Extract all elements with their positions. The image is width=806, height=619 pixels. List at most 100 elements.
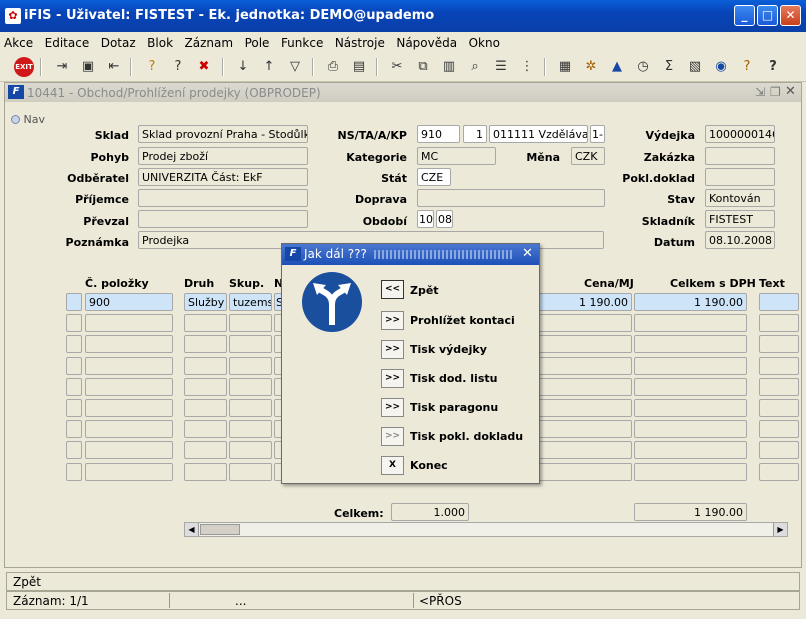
table-cell-empty[interactable] [634, 335, 747, 354]
cancel-query-icon[interactable]: ✖ [194, 57, 214, 77]
help-icon[interactable]: ? [763, 57, 783, 77]
tisk-dod-listu-button[interactable]: >> [381, 369, 404, 388]
table-cell-druh[interactable]: Služby [184, 293, 227, 311]
datum-field[interactable]: 08.10.2008 [705, 231, 775, 249]
table-cell-empty[interactable] [184, 314, 227, 333]
table-cell-text[interactable] [759, 293, 799, 311]
table-cell-empty[interactable] [634, 314, 747, 333]
insert-icon[interactable]: ⇥ [52, 57, 72, 77]
table-cell-empty[interactable] [759, 462, 799, 481]
pohyb-field[interactable]: Prodej zboží [138, 147, 308, 165]
stat-field[interactable]: CZE [417, 168, 451, 186]
edit-query-icon[interactable]: ? [142, 57, 162, 77]
table-cell-empty[interactable] [229, 441, 272, 460]
menu-funkce[interactable]: Funkce [277, 32, 327, 50]
ns-field-3[interactable]: 011111 Vzdělávací [489, 125, 588, 143]
scroll-left-icon[interactable]: ◀ [185, 523, 199, 536]
sum-icon[interactable]: Σ [659, 57, 679, 77]
odberatel-field[interactable]: UNIVERZITA Část: EkF [138, 168, 308, 186]
ns-field-1[interactable]: 910 [417, 125, 460, 143]
menu-akce[interactable]: Akce [0, 32, 37, 50]
table-cell-empty[interactable] [538, 399, 632, 417]
tisk-vydejky-button[interactable]: >> [381, 340, 404, 359]
form-restore-icon[interactable]: ❐ [770, 85, 781, 99]
skladnik-field[interactable]: FISTEST [705, 210, 775, 228]
table-cell-empty[interactable] [85, 377, 173, 396]
table-cell-empty[interactable] [229, 420, 272, 439]
table-cell-empty[interactable] [229, 356, 272, 375]
table-cell-empty[interactable] [66, 314, 82, 333]
table-cell-empty[interactable] [538, 356, 632, 375]
table-cell-empty[interactable] [759, 314, 799, 333]
table-cell-empty[interactable] [634, 462, 747, 481]
table-cell-empty[interactable] [634, 356, 747, 375]
table-cell-empty[interactable] [229, 462, 272, 481]
form-minimize-icon[interactable]: ⇲ [755, 85, 765, 99]
prijemce-field[interactable] [138, 189, 308, 207]
pokl-doklad-field[interactable] [705, 168, 775, 186]
table-cell-empty[interactable] [759, 356, 799, 375]
scroll-right-icon[interactable]: ▶ [773, 523, 787, 536]
table-cell-c-polozky[interactable]: 900 [85, 293, 173, 311]
table-cell-empty[interactable] [85, 462, 173, 481]
sort-desc-icon[interactable]: ↑ [259, 57, 279, 77]
totals-sum-field[interactable]: 1 190.00 [634, 503, 747, 521]
menu-zaznam[interactable]: Záznam [181, 32, 238, 50]
table-cell-empty[interactable] [66, 356, 82, 375]
ns-field-2[interactable]: 1 [463, 125, 487, 143]
chart-icon[interactable]: ▲ [607, 57, 627, 77]
table-cell-empty[interactable] [184, 399, 227, 417]
table-cell-empty[interactable] [538, 377, 632, 396]
exit-icon[interactable]: EXIT [14, 57, 34, 77]
table-cell-empty[interactable] [229, 314, 272, 333]
table-cell-empty[interactable] [634, 420, 747, 439]
table-cell-empty[interactable] [66, 462, 82, 481]
table-cell-empty[interactable] [184, 462, 227, 481]
table-cell-empty[interactable] [66, 335, 82, 354]
ns-field-4[interactable]: 1-I [590, 125, 605, 143]
nav-radio[interactable]: Nav [11, 113, 45, 126]
obdobi-field-1[interactable]: 10 [417, 210, 434, 228]
obdobi-field-2[interactable]: 08 [436, 210, 453, 228]
paste-icon[interactable]: ▥ [439, 57, 459, 77]
print-preview-icon[interactable]: ▤ [349, 57, 369, 77]
cut-icon[interactable]: ✂ [387, 57, 407, 77]
dialog-close-icon[interactable]: ✕ [522, 246, 533, 261]
tisk-paragonu-button[interactable]: >> [381, 398, 404, 417]
minimize-button[interactable]: _ [734, 5, 755, 26]
table-cell-empty[interactable] [759, 441, 799, 460]
prevzal-field[interactable] [138, 210, 308, 228]
table-cell-empty[interactable] [184, 356, 227, 375]
tisk-pokl-dokladu-button[interactable]: >> [381, 427, 404, 446]
scroll-thumb[interactable] [200, 524, 240, 535]
table-cell-empty[interactable] [85, 420, 173, 439]
table-cell-empty[interactable] [184, 335, 227, 354]
menu-okno[interactable]: Okno [465, 32, 504, 50]
table-cell-empty[interactable] [634, 441, 747, 460]
help-topic-icon[interactable]: ? [737, 57, 757, 77]
table-cell-empty[interactable] [85, 335, 173, 354]
zpet-button[interactable]: << [381, 280, 404, 299]
kategorie-field[interactable]: MC [417, 147, 496, 165]
menu-nastroje[interactable]: Nástroje [331, 32, 389, 50]
menu-dotaz[interactable]: Dotaz [97, 32, 140, 50]
totals-qty-field[interactable]: 1.000 [391, 503, 469, 521]
table-cell-skup[interactable]: tuzemsk [229, 293, 272, 311]
table-cell-empty[interactable] [66, 377, 82, 396]
table-cell-empty[interactable] [66, 399, 82, 417]
konec-button[interactable]: X [381, 456, 404, 475]
close-button[interactable]: ✕ [780, 5, 801, 26]
mena-field[interactable]: CZK [571, 147, 605, 165]
doprava-field[interactable] [417, 189, 605, 207]
table-cell-empty[interactable] [184, 420, 227, 439]
sklad-field[interactable]: Sklad provozní Praha - Stodůlky [138, 125, 308, 143]
table-cell-celkem-dph[interactable]: 1 190.00 [634, 293, 747, 311]
table-cell-empty[interactable] [229, 377, 272, 396]
row-selector[interactable] [66, 293, 82, 311]
table-cell-empty[interactable] [759, 399, 799, 417]
calculator-icon[interactable]: ▦ [555, 57, 575, 77]
table-cell-empty[interactable] [85, 356, 173, 375]
table-cell-empty[interactable] [538, 462, 632, 481]
delete-row-icon[interactable]: ⇤ [104, 57, 124, 77]
columns-icon[interactable]: ☰ [491, 57, 511, 77]
